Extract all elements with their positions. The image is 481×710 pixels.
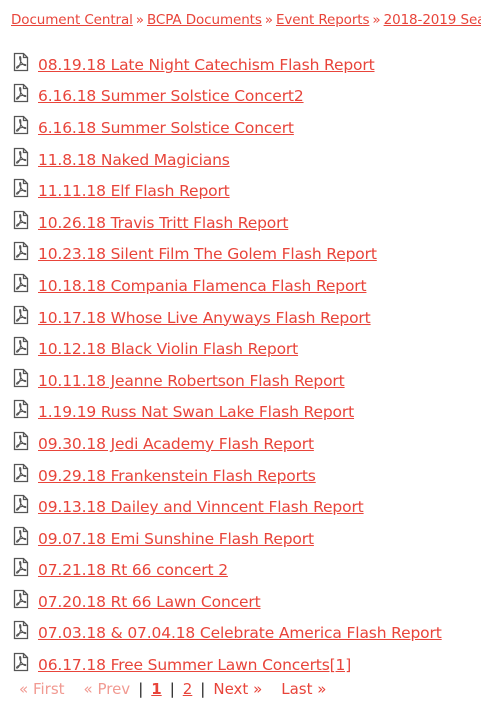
breadcrumb-separator: » [372, 12, 381, 28]
file-link[interactable]: 09.30.18 Jedi Academy Flash Report [38, 435, 314, 453]
file-list-item: 09.30.18 Jedi Academy Flash Report [11, 428, 481, 460]
file-link[interactable]: 6.16.18 Summer Solstice Concert [38, 119, 294, 137]
file-list-item: 11.8.18 Naked Magicians [11, 144, 481, 176]
breadcrumb-separator: » [135, 12, 144, 28]
file-list-item: 10.17.18 Whose Live Anyways Flash Report [11, 302, 481, 334]
file-link[interactable]: 1.19.19 Russ Nat Swan Lake Flash Report [38, 403, 354, 421]
file-link[interactable]: 10.17.18 Whose Live Anyways Flash Report [38, 309, 371, 327]
breadcrumb-document-central[interactable]: Document Central [11, 12, 133, 28]
file-link[interactable]: 09.13.18 Dailey and Vinncent Flash Repor… [38, 498, 364, 516]
pagination-page-1[interactable]: 1 [151, 680, 161, 698]
file-list-item: 09.29.18 Frankenstein Flash Reports [11, 460, 481, 492]
pdf-file-icon [13, 305, 29, 324]
file-link[interactable]: 6.16.18 Summer Solstice Concert2 [38, 87, 304, 105]
pdf-file-icon [13, 242, 29, 261]
file-link[interactable]: 08.19.18 Late Night Catechism Flash Repo… [38, 56, 375, 74]
file-list-item: 07.03.18 & 07.04.18 Celebrate America Fl… [11, 618, 481, 650]
file-list-item: 10.11.18 Jeanne Robertson Flash Report [11, 365, 481, 397]
pagination-page-2[interactable]: 2 [183, 680, 193, 698]
file-link[interactable]: 10.12.18 Black Violin Flash Report [38, 340, 298, 358]
file-link[interactable]: 07.21.18 Rt 66 concert 2 [38, 561, 228, 579]
pdf-file-icon [13, 115, 29, 135]
file-list-item: 10.18.18 Compania Flamenca Flash Report [11, 270, 481, 302]
file-list-item: 09.07.18 Emi Sunshine Flash Report [11, 523, 481, 555]
pdf-file-icon [13, 526, 29, 545]
pdf-file-icon [13, 621, 29, 640]
pdf-file-icon [13, 558, 29, 577]
file-link[interactable]: 07.20.18 Rt 66 Lawn Concert [38, 593, 261, 611]
file-link[interactable]: 06.17.18 Free Summer Lawn Concerts[1] [38, 656, 351, 674]
pdf-file-icon [13, 652, 29, 672]
pagination: « First « Prev | 1 | 2 | Next » Last » [19, 680, 326, 698]
breadcrumb-event-reports[interactable]: Event Reports [276, 12, 370, 28]
pdf-file-icon [13, 52, 29, 71]
pdf-file-icon [13, 431, 29, 451]
file-link[interactable]: 07.03.18 & 07.04.18 Celebrate America Fl… [38, 624, 442, 642]
pdf-file-icon [13, 84, 29, 103]
pagination-next[interactable]: Next » [213, 680, 262, 698]
file-list-item: 10.23.18 Silent Film The Golem Flash Rep… [11, 239, 481, 271]
pdf-file-icon [13, 589, 29, 609]
file-list: 08.19.18 Late Night Catechism Flash Repo… [11, 49, 481, 681]
pagination-divider: | [200, 680, 206, 698]
file-list-item: 10.26.18 Travis Tritt Flash Report [11, 207, 481, 239]
file-list-item: 08.19.18 Late Night Catechism Flash Repo… [11, 49, 481, 81]
file-link[interactable]: 10.11.18 Jeanne Robertson Flash Report [38, 372, 345, 390]
pagination-prev: « Prev [83, 680, 131, 698]
file-list-item: 11.11.18 Elf Flash Report [11, 175, 481, 207]
file-link[interactable]: 10.23.18 Silent Film The Golem Flash Rep… [38, 245, 377, 263]
file-link[interactable]: 09.07.18 Emi Sunshine Flash Report [38, 530, 314, 548]
file-link[interactable]: 09.29.18 Frankenstein Flash Reports [38, 467, 316, 485]
pdf-file-icon [13, 494, 29, 514]
file-list-item: 1.19.19 Russ Nat Swan Lake Flash Report [11, 397, 481, 429]
file-link[interactable]: 10.18.18 Compania Flamenca Flash Report [38, 277, 367, 295]
breadcrumb-separator: » [264, 12, 273, 28]
file-link[interactable]: 11.8.18 Naked Magicians [38, 151, 230, 169]
file-list-item: 06.17.18 Free Summer Lawn Concerts[1] [11, 649, 481, 681]
file-list-item: 10.12.18 Black Violin Flash Report [11, 333, 481, 365]
file-list-item: 6.16.18 Summer Solstice Concert [11, 112, 481, 144]
pdf-file-icon [13, 179, 29, 198]
file-link[interactable]: 11.11.18 Elf Flash Report [38, 182, 230, 200]
breadcrumb-season[interactable]: 2018-2019 Season [384, 12, 481, 28]
pagination-divider: | [169, 680, 175, 698]
pdf-file-icon [13, 273, 29, 293]
file-link[interactable]: 10.26.18 Travis Tritt Flash Report [38, 214, 288, 232]
pdf-file-icon [13, 368, 29, 387]
pdf-file-icon [13, 336, 29, 356]
pdf-file-icon [13, 147, 29, 166]
pdf-file-icon [13, 210, 29, 229]
file-list-item: 09.13.18 Dailey and Vinncent Flash Repor… [11, 491, 481, 523]
file-list-item: 07.21.18 Rt 66 concert 2 [11, 555, 481, 587]
pagination-first: « First [19, 680, 65, 698]
pdf-file-icon [13, 463, 29, 482]
breadcrumb-bcpa-documents[interactable]: BCPA Documents [147, 12, 262, 28]
file-list-item: 6.16.18 Summer Solstice Concert2 [11, 81, 481, 113]
pdf-file-icon [13, 400, 29, 419]
pagination-last[interactable]: Last » [281, 680, 326, 698]
pagination-divider: | [138, 680, 144, 698]
breadcrumb: Document Central» BCPA Documents» Event Re… [11, 12, 481, 28]
file-list-item: 07.20.18 Rt 66 Lawn Concert [11, 586, 481, 618]
